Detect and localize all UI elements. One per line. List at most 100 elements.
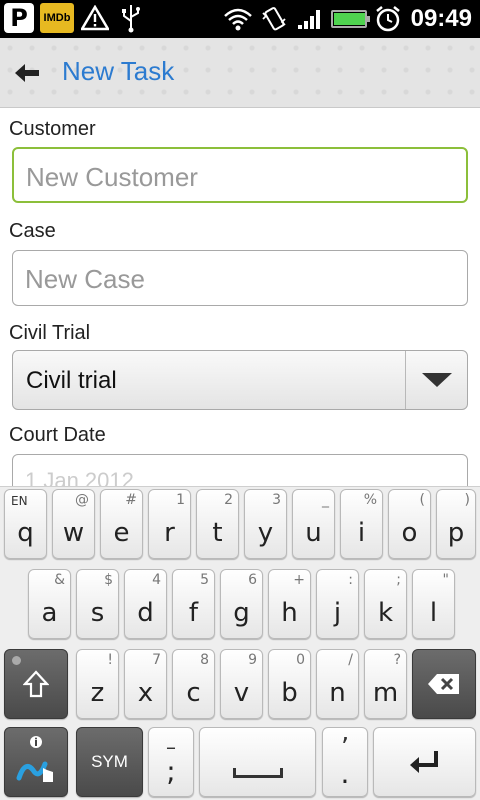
swype-icon bbox=[5, 728, 67, 796]
usb-icon bbox=[116, 3, 146, 33]
alarm-icon bbox=[373, 4, 403, 34]
civil-trial-dropdown[interactable]: Civil trial bbox=[12, 350, 468, 410]
key-z[interactable]: ! z bbox=[76, 649, 119, 719]
key-main-label: t bbox=[212, 518, 223, 548]
key-alt-label: : bbox=[348, 572, 353, 588]
key-alt-label: & bbox=[54, 572, 65, 588]
key-s[interactable]: $ s bbox=[76, 569, 119, 639]
key-alt-label: @ bbox=[75, 492, 89, 508]
key-w[interactable]: @ w bbox=[52, 489, 95, 559]
enter-key[interactable] bbox=[373, 727, 476, 797]
key-d[interactable]: 4 d bbox=[124, 569, 167, 639]
key-f[interactable]: 5 f bbox=[172, 569, 215, 639]
key-main-label: c bbox=[186, 678, 201, 708]
key-e[interactable]: # e bbox=[100, 489, 143, 559]
sym-key[interactable]: SYM bbox=[76, 727, 143, 797]
case-label: Case bbox=[9, 220, 56, 242]
key-main-label: l bbox=[429, 598, 438, 628]
key-t[interactable]: 2 t bbox=[196, 489, 239, 559]
comma-key[interactable]: – ; bbox=[148, 727, 194, 797]
key-main-label: h bbox=[281, 598, 298, 628]
status-bar-notifications: P IMDb bbox=[4, 3, 146, 33]
space-icon bbox=[232, 768, 283, 778]
customer-label: Customer bbox=[9, 118, 96, 140]
key-m[interactable]: ? m bbox=[364, 649, 407, 719]
page-title: New Task bbox=[62, 56, 175, 86]
wifi-icon bbox=[223, 4, 253, 34]
key-main-label: z bbox=[90, 678, 105, 708]
key-alt-label: 5 bbox=[200, 572, 209, 588]
soft-keyboard: EN q @ w # e 1 r 2 t 3 y _ u % i ( o ) p… bbox=[0, 486, 480, 800]
backspace-key[interactable] bbox=[412, 649, 476, 719]
enter-icon bbox=[374, 728, 475, 796]
court-date-value: 1 Jan 2012 bbox=[25, 468, 134, 486]
title-bar: New Task bbox=[0, 38, 480, 108]
back-button[interactable] bbox=[10, 58, 44, 88]
key-alt-label: 6 bbox=[248, 572, 257, 588]
key-main-label: e bbox=[113, 518, 130, 548]
key-r[interactable]: 1 r bbox=[148, 489, 191, 559]
key-alt-label: / bbox=[348, 652, 353, 668]
battery-icon bbox=[330, 10, 370, 28]
key-alt-label: ) bbox=[464, 492, 470, 508]
key-u[interactable]: _ u bbox=[292, 489, 335, 559]
key-alt-label: _ bbox=[322, 492, 329, 508]
key-y[interactable]: 3 y bbox=[244, 489, 287, 559]
key-alt-label: 7 bbox=[152, 652, 161, 668]
language-indicator: EN bbox=[11, 494, 28, 508]
key-main-label: b bbox=[281, 678, 298, 708]
key-l[interactable]: " l bbox=[412, 569, 455, 639]
key-i[interactable]: % i bbox=[340, 489, 383, 559]
key-j[interactable]: : j bbox=[316, 569, 359, 639]
key-main-label: x bbox=[137, 678, 154, 708]
key-g[interactable]: 6 g bbox=[220, 569, 263, 639]
comma-key-alt: – bbox=[166, 735, 176, 759]
case-input[interactable]: New Case bbox=[12, 250, 468, 306]
key-x[interactable]: 7 x bbox=[124, 649, 167, 719]
key-main-label: g bbox=[233, 598, 250, 628]
key-main-label: q bbox=[17, 518, 34, 548]
key-p[interactable]: ) p bbox=[436, 489, 476, 559]
case-placeholder: New Case bbox=[25, 264, 145, 294]
key-alt-label: 3 bbox=[272, 492, 281, 508]
swype-key[interactable] bbox=[4, 727, 68, 797]
period-key[interactable]: ’ . bbox=[322, 727, 368, 797]
customer-input[interactable]: New Customer bbox=[12, 147, 468, 203]
sym-key-label: SYM bbox=[91, 752, 128, 771]
key-main-label: m bbox=[372, 678, 399, 708]
key-o[interactable]: ( o bbox=[388, 489, 431, 559]
key-alt-label: # bbox=[125, 492, 137, 508]
key-main-label: f bbox=[188, 598, 199, 628]
key-n[interactable]: / n bbox=[316, 649, 359, 719]
customer-placeholder: New Customer bbox=[26, 162, 198, 192]
backspace-icon bbox=[413, 650, 475, 718]
comma-key-main: ; bbox=[166, 755, 176, 788]
key-q[interactable]: EN q bbox=[4, 489, 47, 559]
court-date-field[interactable]: 1 Jan 2012 bbox=[12, 454, 468, 486]
p-notification-icon: P bbox=[4, 3, 34, 33]
key-alt-label: ( bbox=[419, 492, 425, 508]
key-b[interactable]: 0 b bbox=[268, 649, 311, 719]
key-alt-label: ! bbox=[107, 652, 113, 668]
key-main-label: w bbox=[62, 518, 85, 548]
key-main-label: y bbox=[257, 518, 274, 548]
shift-icon bbox=[5, 650, 67, 718]
key-a[interactable]: & a bbox=[28, 569, 71, 639]
key-main-label: p bbox=[447, 518, 465, 548]
clock: 09:49 bbox=[410, 5, 472, 32]
court-date-label: Court Date bbox=[9, 424, 106, 446]
key-v[interactable]: 9 v bbox=[220, 649, 263, 719]
key-main-label: d bbox=[137, 598, 154, 628]
imdb-icon: IMDb bbox=[40, 3, 74, 33]
key-c[interactable]: 8 c bbox=[172, 649, 215, 719]
key-alt-label: % bbox=[363, 492, 377, 508]
shift-key[interactable] bbox=[4, 649, 68, 719]
key-h[interactable]: + h bbox=[268, 569, 311, 639]
key-alt-label: $ bbox=[104, 572, 113, 588]
warning-icon bbox=[80, 3, 110, 33]
key-main-label: a bbox=[41, 598, 58, 628]
key-alt-label: 2 bbox=[224, 492, 233, 508]
space-key[interactable] bbox=[199, 727, 316, 797]
status-bar: P IMDb 09:49 bbox=[0, 0, 480, 38]
key-k[interactable]: ; k bbox=[364, 569, 407, 639]
